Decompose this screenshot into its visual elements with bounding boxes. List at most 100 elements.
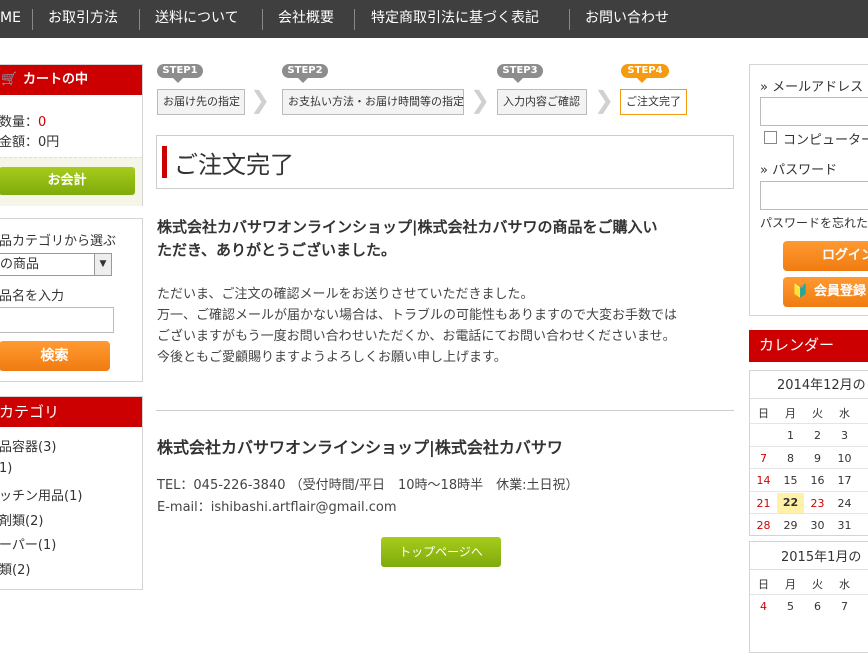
cart-quantity-value: 0 — [38, 115, 47, 130]
top-page-button[interactable]: トップページへ — [381, 537, 501, 567]
forgot-password-link[interactable]: パスワードを忘れた — [760, 214, 868, 231]
nav-legal-notice[interactable]: 特定商取引法に基づく表記 — [371, 0, 539, 38]
calendar-month-title: 2015年1月の — [781, 550, 862, 565]
category-item[interactable]: 剤類(2) — [0, 510, 43, 529]
step-tag: STEP3 — [497, 64, 543, 83]
step-tag: STEP1 — [157, 64, 203, 83]
category-panel: カテゴリ 品容器(3) 1) ッチン用品(1) 剤類(2) ーパー(1) 類(2… — [0, 396, 143, 590]
nav-company[interactable]: 会社概要 — [278, 0, 334, 38]
title-accent-bar — [162, 146, 167, 178]
category-select[interactable]: の商品 ▼ — [0, 253, 112, 276]
double-chevron-icon: » — [760, 163, 768, 178]
calendar-day: 22 — [777, 492, 804, 513]
chevron-right-icon: ❯ — [250, 86, 271, 114]
nav-divider — [569, 9, 570, 30]
cart-panel: 🛒 カートの中 数量：0 金額：0円 お会計 — [0, 64, 143, 206]
calendar-weekday: 火 — [812, 578, 823, 591]
step-label-active: ご注文完了 — [620, 89, 687, 115]
double-chevron-icon: » — [760, 80, 768, 95]
calendar-day: 10 — [837, 451, 852, 465]
thanks-message: 株式会社カバサワオンラインショップ|株式会社カバサワの商品をご購入い ただき、あ… — [157, 218, 658, 259]
category-item[interactable]: 品容器(3) — [0, 436, 56, 455]
nav-home[interactable]: ME — [0, 0, 21, 38]
login-button[interactable]: ログイン — [783, 241, 868, 271]
category-item[interactable]: 類(2) — [0, 559, 30, 578]
checkout-button[interactable]: お会計 — [0, 167, 135, 195]
confirmation-text: ただいま、ご注文の確認メールをお送りさせていただきました。 万一、ご確認メールが… — [157, 287, 678, 365]
calendar-month: 2014年12月の 日月火水 1 2 3 7 8 9 10 14 15 16 17 21 22 23 24 28… — [749, 370, 868, 536]
calendar-day: 3 — [841, 429, 848, 442]
divider — [156, 410, 734, 411]
nav-divider — [262, 9, 263, 30]
calendar-day: 31 — [837, 519, 852, 532]
calendar-day: 28 — [756, 519, 771, 532]
email-label: » メールアドレス — [760, 80, 864, 95]
checkout-area: お会計 — [0, 157, 142, 206]
login-panel: » メールアドレス コンピューター » パスワード パスワードを忘れた ログイン… — [749, 64, 868, 316]
beginner-leaf-icon: 🔰 — [792, 284, 809, 299]
calendar-day: 29 — [783, 519, 798, 532]
remember-label: コンピューター — [783, 133, 868, 148]
shop-tel: TEL：045-226-3840 （受付時間/平日 10時～18時半 休業:土日… — [157, 478, 579, 493]
remember-checkbox[interactable] — [764, 131, 777, 144]
calendar-day: 6 — [814, 600, 821, 613]
nav-divider — [139, 9, 140, 30]
calendar-month-title: 2014年12月の — [777, 378, 866, 393]
search-panel: 品カテゴリから選ぶ の商品 ▼ 品名を入力 検索 — [0, 218, 143, 382]
product-name-label: 品名を入力 — [0, 289, 65, 304]
category-header: カテゴリ — [0, 397, 142, 427]
cart-quantity: 数量：0 — [0, 115, 47, 130]
calendar-day: 7 — [841, 600, 848, 613]
calendar-weekday: 月 — [785, 407, 796, 420]
calendar-day: 15 — [783, 474, 798, 487]
nav-divider — [32, 9, 33, 30]
top-navigation: ME お取引方法 送料について 会社概要 特定商取引法に基づく表記 お問い合わせ — [0, 0, 868, 38]
cart-amount: 金額：0円 — [0, 135, 60, 150]
calendar-day: 30 — [810, 519, 825, 532]
category-select-label: 品カテゴリから選ぶ — [0, 234, 117, 249]
calendar-day: 17 — [837, 474, 852, 487]
calendar-day: 7 — [760, 451, 767, 465]
calendar-day: 21 — [756, 496, 771, 510]
calendar-day: 1 — [787, 429, 794, 442]
nav-contact[interactable]: お問い合わせ — [585, 0, 669, 38]
nav-shipping[interactable]: 送料について — [155, 0, 239, 38]
calendar-day: 23 — [810, 496, 825, 510]
step-tag-active: STEP4 — [621, 64, 669, 83]
password-label: » パスワード — [760, 163, 838, 178]
nav-divider — [354, 9, 355, 30]
calendar-day: 4 — [760, 600, 767, 613]
calendar-day: 9 — [814, 451, 821, 465]
step-label: 入力内容ご確認 — [497, 89, 587, 115]
calendar-day: 8 — [787, 451, 794, 465]
calendar-day: 14 — [756, 474, 771, 487]
calendar-day: 5 — [787, 600, 794, 613]
search-button[interactable]: 検索 — [0, 341, 110, 371]
password-field[interactable] — [760, 181, 868, 210]
cart-title: カートの中 — [23, 72, 89, 87]
page-title-box: ご注文完了 — [156, 135, 734, 189]
product-name-input[interactable] — [0, 307, 114, 333]
chevron-right-icon: ❯ — [594, 86, 615, 114]
email-field[interactable] — [760, 97, 868, 126]
chevron-down-icon[interactable]: ▼ — [94, 254, 111, 275]
calendar-month: 2015年1月の 日 月 火 水 4 5 6 7 — [749, 541, 868, 653]
calendar-day: 24 — [837, 496, 852, 510]
calendar-weekday: 日 — [758, 578, 769, 591]
page-title: ご注文完了 — [174, 151, 294, 179]
calendar-weekday: 火 — [812, 407, 823, 420]
calendar-header: カレンダー — [749, 330, 868, 362]
calendar-day: 2 — [814, 429, 821, 442]
category-item[interactable]: ーパー(1) — [0, 534, 56, 553]
register-button[interactable]: 🔰 会員登録 — [783, 277, 868, 307]
chevron-right-icon: ❯ — [470, 86, 491, 114]
calendar-weekday: 月 — [785, 578, 796, 591]
calendar-weekday: 日 — [758, 407, 769, 420]
shop-email: E-mail：ishibashi.artflair@gmail.com — [157, 500, 397, 515]
nav-trading-method[interactable]: お取引方法 — [48, 0, 118, 38]
step-tag: STEP2 — [282, 64, 328, 83]
category-select-value: の商品 — [0, 257, 40, 272]
category-item[interactable]: ッチン用品(1) — [0, 485, 82, 504]
cart-icon: 🛒 — [1, 72, 18, 87]
category-item[interactable]: 1) — [0, 461, 12, 476]
